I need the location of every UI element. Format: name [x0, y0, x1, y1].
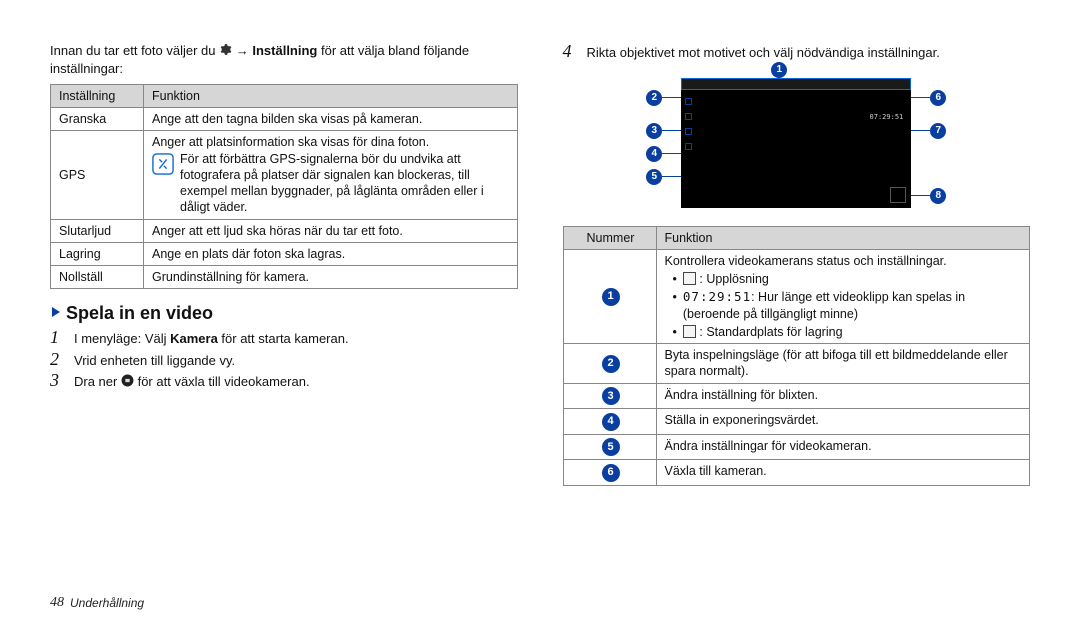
table-row: 4 Ställa in exponeringsvärdet. — [563, 409, 1030, 435]
intro-line: Innan du tar ett foto väljer du → Instäl… — [50, 42, 518, 78]
callout-6: 6 — [930, 90, 946, 106]
th-function: Funktion — [656, 226, 1030, 249]
table-row: 1 Kontrollera videokamerans status och i… — [563, 249, 1030, 343]
resolution-icon — [683, 272, 696, 285]
callout-7: 7 — [930, 123, 946, 139]
step-1: 1 I menyläge: Välj Kamera för att starta… — [50, 328, 518, 348]
section-heading: Spela in en video — [50, 303, 518, 324]
table-row: GPS Anger att platsinformation ska visas… — [51, 131, 518, 219]
callout-3: 3 — [646, 123, 662, 139]
note-icon — [152, 153, 174, 179]
camera-mode-icon — [121, 374, 134, 392]
table-row: Nollställ Grundinställning för kamera. — [51, 266, 518, 289]
table-row: 6 Växla till kameran. — [563, 460, 1030, 486]
callout-4: 4 — [646, 146, 662, 162]
step-4: 4 Rikta objektivet mot motivet och välj … — [563, 42, 1031, 62]
screen-timestamp: 07:29:51 — [870, 113, 904, 121]
callout-2: 2 — [646, 90, 662, 106]
th-function: Funktion — [144, 84, 518, 107]
callout-1: 1 — [771, 62, 787, 78]
row-num-3: 3 — [602, 387, 620, 405]
table-row: Lagring Ange en plats där foton ska lagr… — [51, 242, 518, 265]
gear-icon — [219, 43, 232, 61]
chevron-icon — [50, 303, 62, 324]
page-number: 48 — [50, 595, 64, 611]
th-number: Nummer — [563, 226, 656, 249]
table-row: Granska Ange att den tagna bilden ska vi… — [51, 108, 518, 131]
row-num-2: 2 — [602, 355, 620, 373]
row-num-4: 4 — [602, 413, 620, 431]
page-footer: 48 Underhållning — [50, 595, 144, 611]
table-row: 3 Ändra inställning för blixten. — [563, 383, 1030, 409]
footer-section: Underhållning — [70, 596, 144, 610]
row-num-5: 5 — [602, 438, 620, 456]
th-setting: Inställning — [51, 84, 144, 107]
row-num-1: 1 — [602, 288, 620, 306]
storage-icon — [683, 325, 696, 338]
step-3: 3 Dra ner för att växla till videokamera… — [50, 371, 518, 391]
callout-8: 8 — [930, 188, 946, 204]
callout-5: 5 — [646, 169, 662, 185]
camera-diagram: 1 07:29:51 2 3 — [631, 68, 961, 218]
step-2: 2 Vrid enheten till liggande vy. — [50, 350, 518, 370]
table-row: 2 Byta inspelningsläge (för att bifoga t… — [563, 344, 1030, 384]
settings-table: Inställning Funktion Granska Ange att de… — [50, 84, 518, 290]
table-row: 5 Ändra inställningar för videokameran. — [563, 434, 1030, 460]
numbers-table: Nummer Funktion 1 Kontrollera videokamer… — [563, 226, 1031, 486]
table-row: Slutarljud Anger att ett ljud ska höras … — [51, 219, 518, 242]
row-num-6: 6 — [602, 464, 620, 482]
